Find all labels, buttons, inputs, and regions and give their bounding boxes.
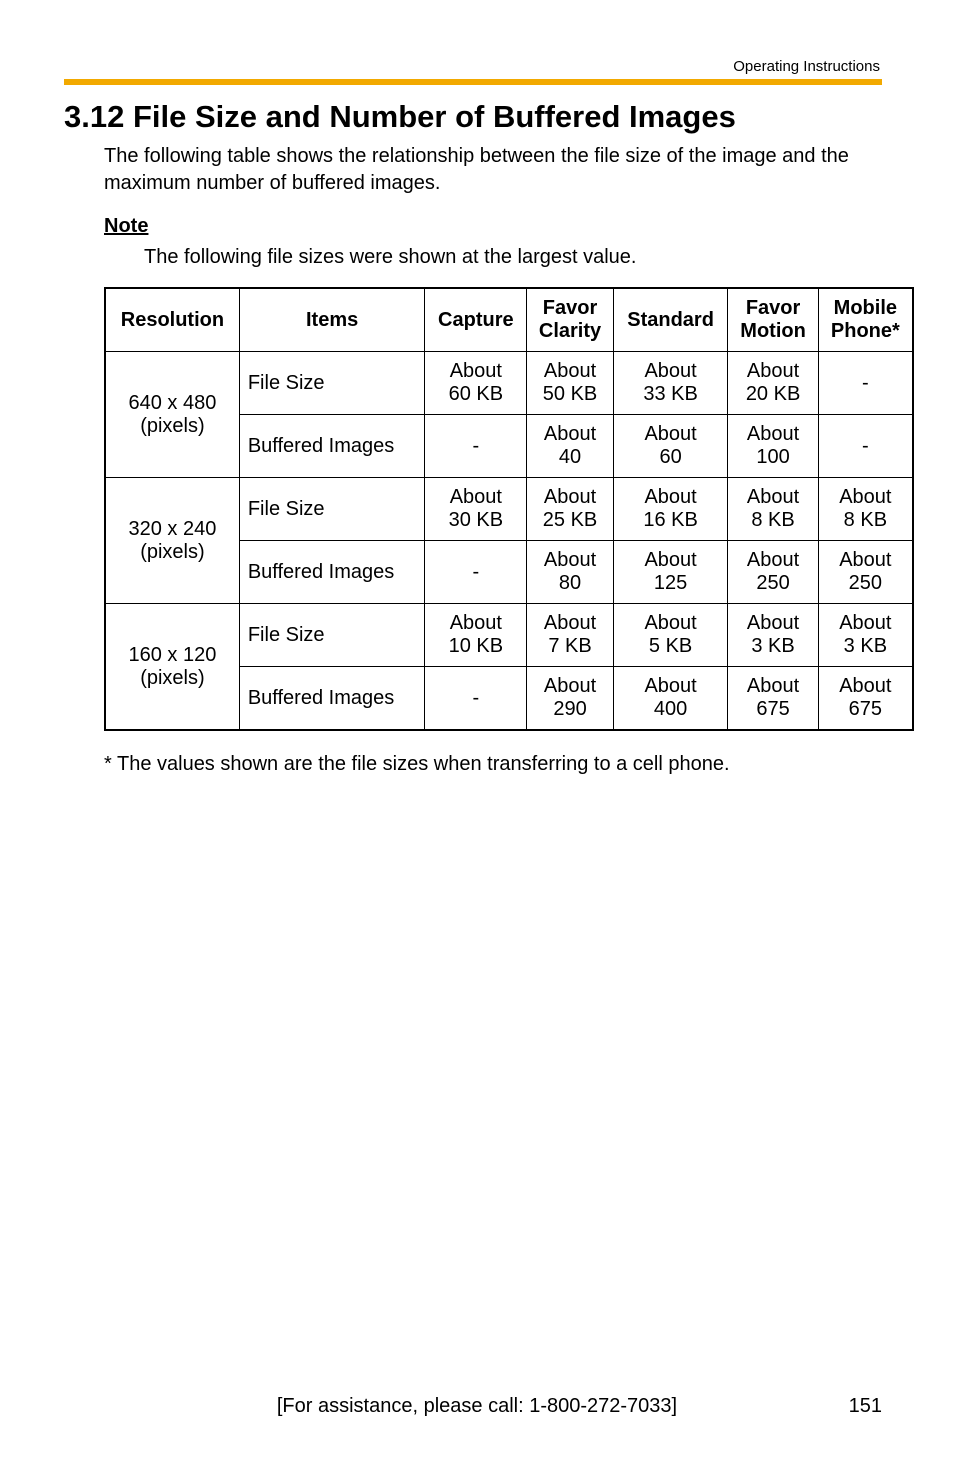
table-row: 160 x 120(pixels) File Size About10 KB A… bbox=[105, 604, 913, 667]
footer-page-number: 151 bbox=[849, 1395, 882, 1418]
col-mobile-phone: MobilePhone* bbox=[818, 288, 913, 352]
value-cell: About33 KB bbox=[613, 352, 728, 415]
item-cell: Buffered Images bbox=[239, 667, 425, 731]
value-cell: - bbox=[425, 541, 527, 604]
col-capture: Capture bbox=[425, 288, 527, 352]
item-cell: File Size bbox=[239, 604, 425, 667]
section-title: 3.12 File Size and Number of Buffered Im… bbox=[64, 99, 882, 135]
intro-paragraph: The following table shows the relationsh… bbox=[104, 143, 882, 197]
value-cell: - bbox=[818, 415, 913, 478]
value-cell: About250 bbox=[818, 541, 913, 604]
resolution-cell: 640 x 480(pixels) bbox=[105, 352, 239, 478]
file-size-table: Resolution Items Capture FavorClarity St… bbox=[104, 287, 914, 731]
note-heading: Note bbox=[104, 215, 882, 238]
col-favor-clarity: FavorClarity bbox=[527, 288, 614, 352]
item-cell: File Size bbox=[239, 478, 425, 541]
value-cell: About400 bbox=[613, 667, 728, 731]
value-cell: About290 bbox=[527, 667, 614, 731]
col-favor-motion: FavorMotion bbox=[728, 288, 818, 352]
col-standard: Standard bbox=[613, 288, 728, 352]
value-cell: About80 bbox=[527, 541, 614, 604]
value-cell: - bbox=[425, 667, 527, 731]
value-cell: About125 bbox=[613, 541, 728, 604]
table-row: 640 x 480(pixels) File Size About60 KB A… bbox=[105, 352, 913, 415]
note-text: The following file sizes were shown at t… bbox=[144, 246, 882, 269]
resolution-cell: 160 x 120(pixels) bbox=[105, 604, 239, 731]
item-cell: File Size bbox=[239, 352, 425, 415]
value-cell: About16 KB bbox=[613, 478, 728, 541]
value-cell: About7 KB bbox=[527, 604, 614, 667]
footer-assist: [For assistance, please call: 1-800-272-… bbox=[0, 1395, 954, 1418]
value-cell: About60 bbox=[613, 415, 728, 478]
value-cell: About25 KB bbox=[527, 478, 614, 541]
item-cell: Buffered Images bbox=[239, 415, 425, 478]
value-cell: About8 KB bbox=[818, 478, 913, 541]
value-cell: About10 KB bbox=[425, 604, 527, 667]
col-items: Items bbox=[239, 288, 425, 352]
value-cell: About40 bbox=[527, 415, 614, 478]
page-footer: [For assistance, please call: 1-800-272-… bbox=[0, 1395, 954, 1425]
table-row: 320 x 240(pixels) File Size About30 KB A… bbox=[105, 478, 913, 541]
value-cell: About30 KB bbox=[425, 478, 527, 541]
footnote: * The values shown are the file sizes wh… bbox=[104, 753, 882, 776]
header-rule bbox=[64, 79, 882, 85]
value-cell: About3 KB bbox=[728, 604, 818, 667]
running-head: Operating Instructions bbox=[64, 58, 882, 75]
value-cell: About675 bbox=[728, 667, 818, 731]
item-cell: Buffered Images bbox=[239, 541, 425, 604]
value-cell: About8 KB bbox=[728, 478, 818, 541]
col-resolution: Resolution bbox=[105, 288, 239, 352]
resolution-cell: 320 x 240(pixels) bbox=[105, 478, 239, 604]
value-cell: About3 KB bbox=[818, 604, 913, 667]
value-cell: About675 bbox=[818, 667, 913, 731]
value-cell: About20 KB bbox=[728, 352, 818, 415]
value-cell: - bbox=[818, 352, 913, 415]
value-cell: About60 KB bbox=[425, 352, 527, 415]
value-cell: About5 KB bbox=[613, 604, 728, 667]
value-cell: About100 bbox=[728, 415, 818, 478]
value-cell: About50 KB bbox=[527, 352, 614, 415]
value-cell: About250 bbox=[728, 541, 818, 604]
value-cell: - bbox=[425, 415, 527, 478]
